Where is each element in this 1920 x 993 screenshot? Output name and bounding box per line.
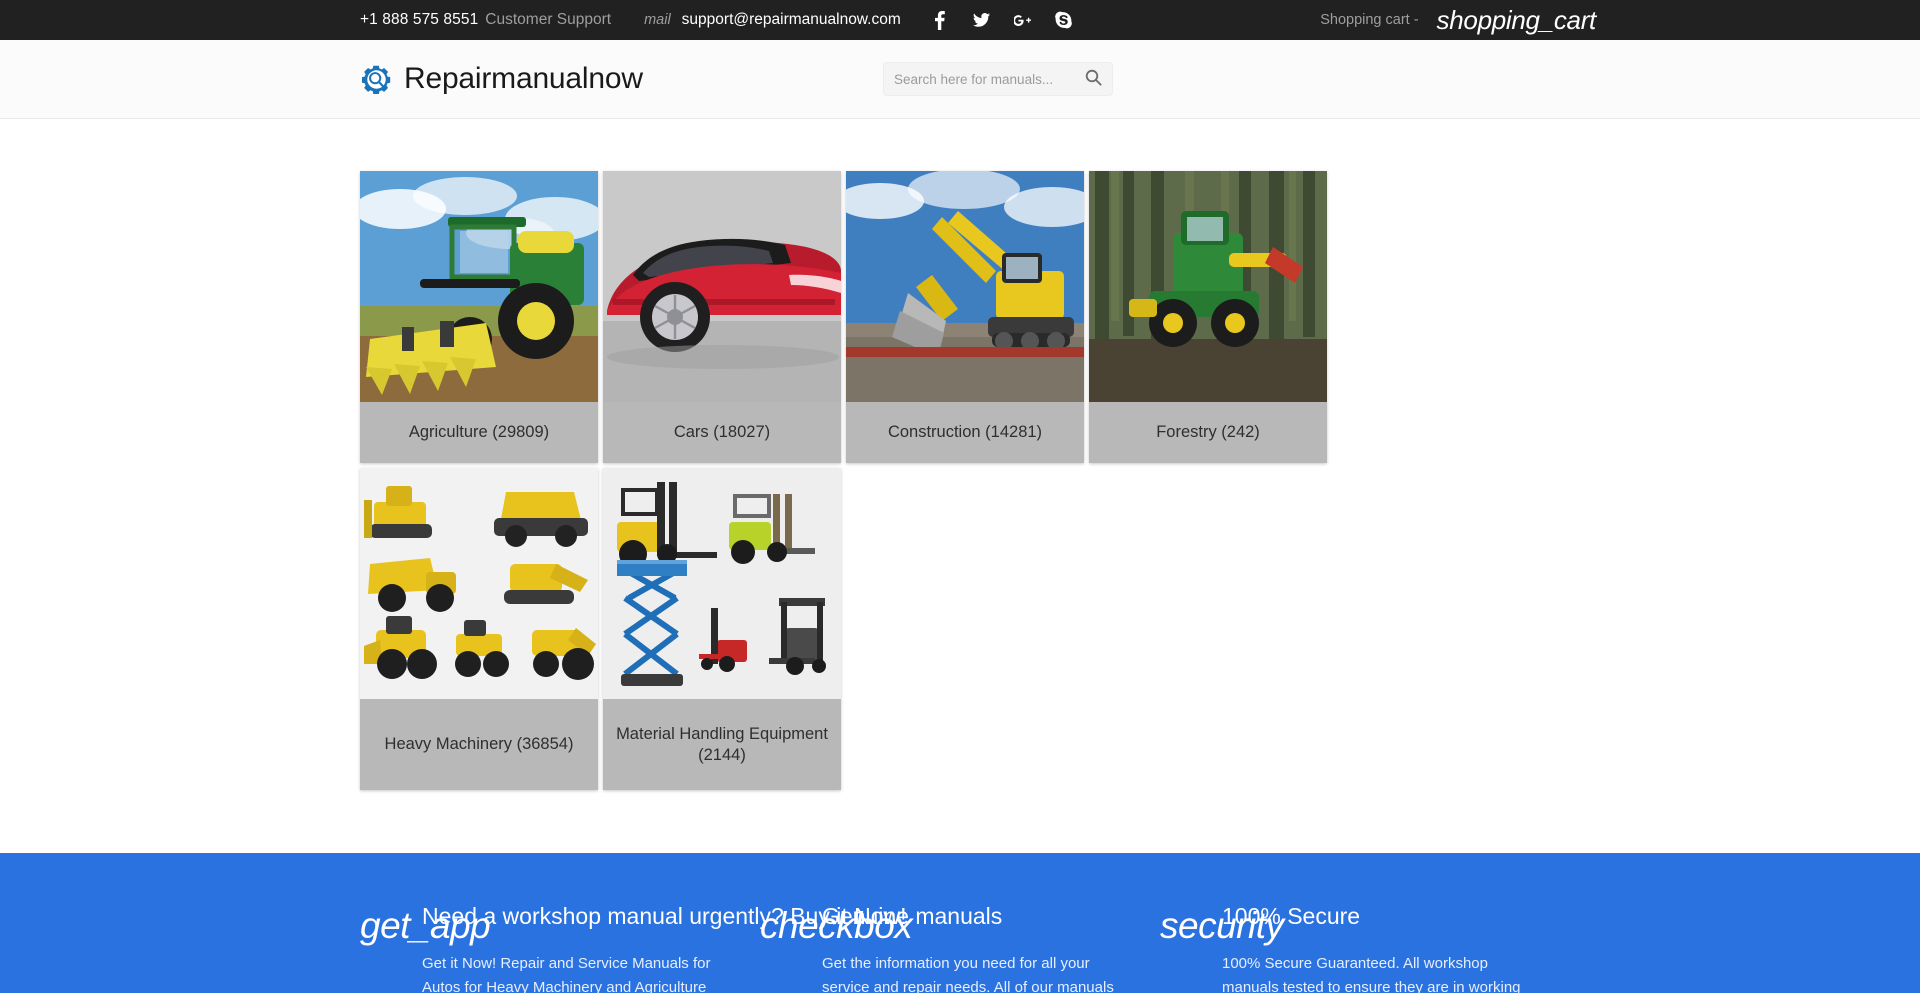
footer-column-body: Get it Now! Repair and Service Manuals f… — [422, 955, 711, 993]
checkbox-icon: checkbox — [760, 905, 913, 946]
top-bar-content: +1 888 575 8551 Customer Support mail su… — [360, 0, 1596, 40]
google-plus-icon[interactable] — [1013, 10, 1031, 30]
category-card-label: Heavy Machinery (36854) — [384, 735, 574, 754]
category-card-agriculture[interactable]: Agriculture (29809) — [360, 171, 598, 463]
site-header: Repairmanualnow — [0, 40, 1920, 119]
category-card-forestry[interactable]: Forestry (242) — [1089, 171, 1327, 463]
category-card-label: Material Handling Equipment (2144) — [616, 724, 828, 764]
forestry-image — [1089, 171, 1327, 402]
search-bar — [883, 62, 1113, 96]
search-input[interactable] — [894, 71, 1085, 87]
category-card-label: Cars (18027) — [673, 423, 771, 442]
construction-image — [846, 171, 1084, 402]
top-utility-bar: +1 888 575 8551 Customer Support mail su… — [0, 0, 1920, 40]
twitter-icon[interactable] — [972, 10, 990, 30]
shopping-cart[interactable]: Shopping cart - shopping_cart — [1320, 0, 1596, 40]
search-box[interactable] — [883, 62, 1113, 96]
category-grid-section: Agriculture (29809) Cars (18027) Constru… — [360, 119, 1560, 790]
footer-content: get_app Need a workshop manual urgently?… — [360, 853, 1560, 993]
category-card-label: Construction (14281) — [887, 423, 1043, 442]
category-card-label: Agriculture (29809) — [408, 423, 550, 442]
support-phone-label: Customer Support — [485, 11, 612, 28]
footer-column-get-app: get_app Need a workshop manual urgently?… — [360, 903, 907, 993]
heavy-machinery-image — [360, 468, 598, 699]
support-phone[interactable]: +1 888 575 8551 — [360, 11, 478, 29]
header-content: Repairmanualnow — [360, 40, 1560, 118]
get-app-icon: get_app — [360, 905, 491, 946]
cars-image — [603, 171, 841, 402]
category-grid: Agriculture (29809) Cars (18027) Constru… — [360, 171, 1560, 790]
footer-column-genuine-manuals: checkbox Genuine manuals Get the informa… — [760, 903, 1160, 993]
gear-search-icon — [360, 63, 393, 96]
social-links — [932, 10, 1072, 30]
skype-icon[interactable] — [1054, 10, 1072, 30]
category-card-label: Forestry (242) — [1156, 423, 1260, 442]
category-card-material-handling-equipment[interactable]: Material Handling Equipment (2144) — [603, 468, 841, 790]
category-card-heavy-machinery[interactable]: Heavy Machinery (36854) — [360, 468, 598, 790]
shopping-cart-icon[interactable]: shopping_cart — [1437, 5, 1597, 36]
category-card-construction[interactable]: Construction (14281) — [846, 171, 1084, 463]
material-handling-image — [603, 468, 841, 699]
facebook-icon[interactable] — [932, 10, 949, 30]
shopping-cart-label: Shopping cart - — [1320, 12, 1419, 28]
site-logo[interactable]: Repairmanualnow — [360, 62, 643, 96]
footer-column-body: 100% Secure Guaranteed. All workshop man… — [1222, 955, 1521, 993]
search-button[interactable] — [1085, 69, 1102, 89]
search-icon — [1085, 69, 1102, 89]
mail-label: mail — [644, 12, 671, 28]
footer-column-body: Get the information you need for all you… — [822, 955, 1114, 993]
support-email[interactable]: support@repairmanualnow.com — [682, 11, 901, 29]
security-icon: security — [1160, 905, 1284, 946]
site-logo-text: Repairmanualnow — [404, 62, 643, 95]
footer-column-secure: security 100% Secure 100% Secure Guarant… — [1160, 903, 1560, 993]
category-card-cars[interactable]: Cars (18027) — [603, 171, 841, 463]
agriculture-image — [360, 171, 598, 402]
footer-features: get_app Need a workshop manual urgently?… — [0, 853, 1920, 993]
